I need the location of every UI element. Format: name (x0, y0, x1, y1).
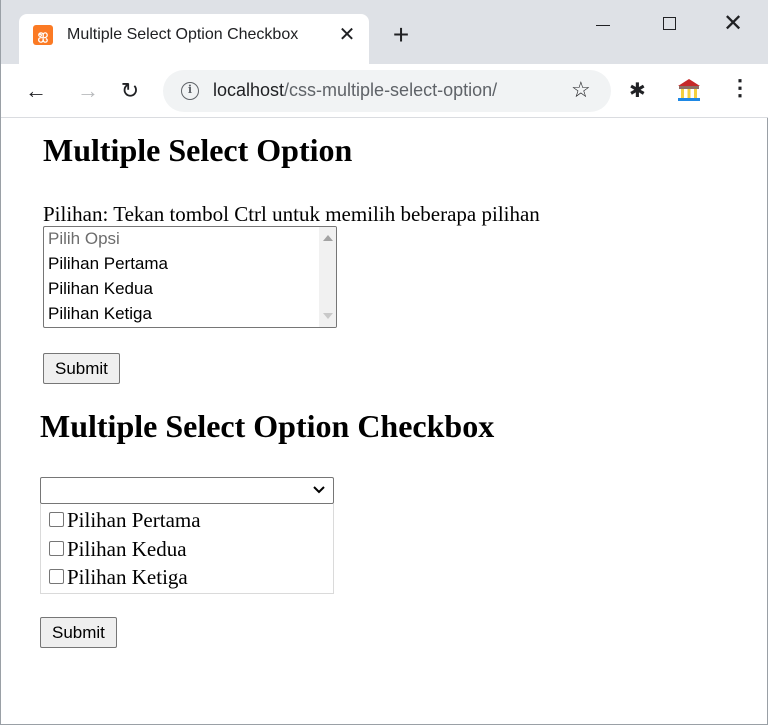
browser-window: ஐ Multiple Select Option Checkbox ✕ + ✕ … (0, 0, 768, 725)
tab-close-icon[interactable]: ✕ (335, 23, 359, 47)
tab-strip: ஐ Multiple Select Option Checkbox ✕ + ✕ (1, 0, 768, 64)
checkbox-ketiga[interactable] (49, 569, 64, 585)
browser-toolbar: ← → ↻ i localhost/css-multiple-select-op… (1, 64, 768, 118)
submit-button-1[interactable]: Submit (43, 353, 120, 384)
option-placeholder[interactable]: Pilih Opsi (48, 227, 120, 251)
submit-button-2[interactable]: Submit (40, 617, 117, 648)
back-arrow-icon[interactable]: ← (21, 76, 51, 106)
window-close-icon[interactable]: ✕ (713, 10, 753, 38)
multi-select-listbox[interactable]: Pilih Opsi Pilihan Pertama Pilihan Kedua… (43, 226, 337, 328)
maximize-icon[interactable] (649, 10, 689, 38)
tab-title: Multiple Select Option Checkbox (67, 26, 299, 43)
option-ketiga[interactable]: Pilihan Ketiga (48, 302, 152, 326)
chevron-down-icon (313, 486, 325, 494)
minimize-icon[interactable] (583, 10, 623, 38)
ctrl-hint-label: Pilihan: Tekan tombol Ctrl untuk memilih… (43, 202, 540, 226)
checkbox-row-kedua[interactable]: Pilihan Kedua (49, 535, 187, 563)
heading-multiple-select: Multiple Select Option (43, 132, 353, 168)
page-content: Multiple Select Option Pilihan: Tekan to… (1, 119, 767, 724)
scroll-down-icon[interactable] (323, 313, 333, 319)
option-pertama[interactable]: Pilihan Pertama (48, 252, 168, 276)
option-kedua[interactable]: Pilihan Kedua (48, 277, 153, 301)
kebab-menu-icon[interactable]: ⋮ (729, 77, 751, 102)
info-icon[interactable]: i (181, 82, 199, 100)
checkbox-row-ketiga[interactable]: Pilihan Ketiga (49, 563, 188, 591)
heading-multiple-select-checkbox: Multiple Select Option Checkbox (40, 408, 495, 444)
checkbox-row-pertama[interactable]: Pilihan Pertama (49, 506, 201, 534)
scroll-up-icon[interactable] (323, 235, 333, 241)
new-tab-icon[interactable]: + (387, 21, 415, 50)
forward-arrow-icon[interactable]: → (73, 76, 103, 106)
extensions-puzzle-icon[interactable]: ✱ (629, 78, 646, 103)
museum-extension-icon[interactable] (675, 76, 703, 104)
checkbox-label-kedua: Pilihan Kedua (67, 537, 187, 561)
checkbox-kedua[interactable] (49, 541, 64, 557)
url-text[interactable]: localhost/css-multiple-select-option/ (213, 80, 497, 101)
listbox-scrollbar[interactable] (319, 227, 336, 327)
xampp-favicon-icon: ஐ (33, 25, 53, 45)
address-bar[interactable]: i localhost/css-multiple-select-option/ … (163, 70, 611, 112)
checkbox-pertama[interactable] (49, 512, 64, 528)
reload-icon[interactable]: ↻ (115, 76, 145, 106)
checkbox-label-pertama: Pilihan Pertama (67, 508, 201, 532)
bookmark-star-icon[interactable]: ☆ (571, 77, 591, 103)
checkbox-label-ketiga: Pilihan Ketiga (67, 565, 188, 589)
browser-tab[interactable]: ஐ Multiple Select Option Checkbox ✕ (19, 14, 369, 64)
checkbox-panel: Pilihan Pertama Pilihan Kedua Pilihan Ke… (40, 504, 334, 594)
checkbox-dropdown-select[interactable] (40, 477, 334, 504)
